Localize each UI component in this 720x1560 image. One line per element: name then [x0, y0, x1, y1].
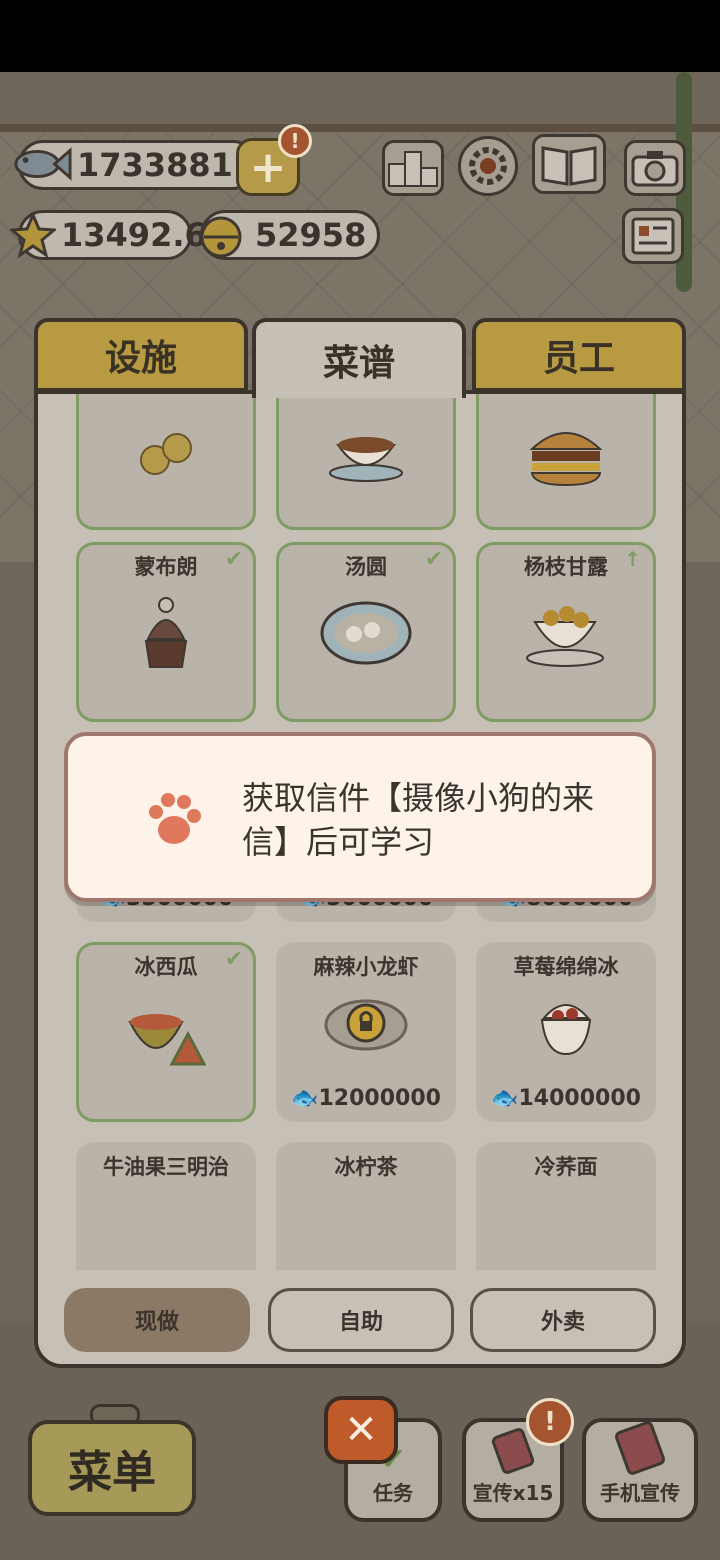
cookie-icon [131, 430, 201, 484]
recipe-price: 🐟14000000 [491, 1086, 641, 1111]
phone-icon [613, 1419, 667, 1477]
phone-promo-button[interactable]: 手机宣传 [582, 1418, 698, 1522]
status-bar [0, 0, 720, 72]
watermelon-icon [126, 998, 207, 1072]
tab-label: 菜谱 [322, 343, 395, 384]
fish-value: 1733881 [77, 146, 233, 184]
fish-price-icon: 🐟 [491, 1086, 519, 1111]
currency-alert-badge: ! [278, 124, 312, 158]
close-button[interactable]: ✕ [324, 1396, 398, 1464]
close-icon: ✕ [344, 1407, 378, 1453]
recipe-card[interactable] [276, 394, 456, 530]
fish-icon [12, 146, 72, 182]
recipe-card-tangyuan[interactable]: 汤圆 ✔ [276, 542, 456, 722]
recipe-name: 冷荞面 [534, 1155, 598, 1179]
ranking-icon[interactable] [382, 140, 444, 196]
recipe-card-monblanc[interactable]: 蒙布朗 ✔ [76, 542, 256, 722]
letter-icon[interactable] [622, 208, 684, 264]
strawberry-ice-icon [536, 988, 596, 1062]
mango-sago-icon [525, 598, 607, 672]
mode-buffet-button[interactable]: 自助 [268, 1288, 454, 1352]
tab-facilities[interactable]: 设施 [34, 318, 248, 392]
bell-icon [196, 210, 246, 260]
recipe-card[interactable] [76, 394, 256, 530]
toast-message: 获取信件【摄像小狗的来信】后可学习 [242, 779, 595, 861]
unlock-hint-toast: 获取信件【摄像小狗的来信】后可学习 [64, 732, 656, 902]
recipe-card-crayfish[interactable]: 麻辣小龙虾 🐟12000000 [276, 942, 456, 1122]
recipe-card[interactable] [476, 394, 656, 530]
recipe-card-strawberry-ice[interactable]: 草莓绵绵冰 🐟14000000 [476, 942, 656, 1122]
recipe-card-mango-sago[interactable]: 杨枝甘露 ↑ [476, 542, 656, 722]
menu-button[interactable]: 菜单 [28, 1420, 196, 1516]
tangyuan-icon [320, 600, 412, 670]
upgrade-arrow-icon: ↑ [624, 547, 641, 571]
recipe-name: 草莓绵绵冰 [513, 955, 619, 979]
tab-label: 设施 [104, 338, 177, 379]
recipe-price: 🐟12000000 [291, 1086, 441, 1111]
recipe-book-icon[interactable] [532, 134, 606, 194]
tab-staff[interactable]: 员工 [472, 318, 686, 392]
promo-alert-badge: ! [526, 1398, 574, 1446]
star-value: 13492.6 [61, 216, 207, 254]
camera-icon[interactable] [624, 140, 686, 196]
learned-check-icon: ✔ [224, 547, 243, 572]
mode-delivery-button[interactable]: 外卖 [470, 1288, 656, 1352]
bowl-icon [326, 425, 406, 489]
recipe-name: 冰柠茶 [334, 1155, 398, 1179]
tab-recipes[interactable]: 菜谱 [252, 318, 466, 398]
paw-icon [144, 792, 204, 852]
learned-check-icon: ✔ [424, 547, 443, 572]
lock-icon [318, 993, 414, 1057]
recipe-card-watermelon[interactable]: 冰西瓜 ✔ [76, 942, 256, 1122]
tab-label: 员工 [542, 338, 615, 379]
mode-dine-in-button[interactable]: 现做 [64, 1288, 250, 1352]
learned-check-icon: ✔ [224, 947, 243, 972]
burger-icon [526, 423, 606, 491]
recipe-name: 麻辣小龙虾 [313, 955, 419, 979]
recipe-name: 牛油果三明治 [103, 1155, 229, 1179]
star-icon [10, 212, 56, 258]
settings-icon[interactable] [458, 136, 518, 196]
fish-price-icon: 🐟 [291, 1086, 319, 1111]
montblanc-icon [136, 595, 196, 675]
bell-value: 52958 [255, 216, 367, 254]
